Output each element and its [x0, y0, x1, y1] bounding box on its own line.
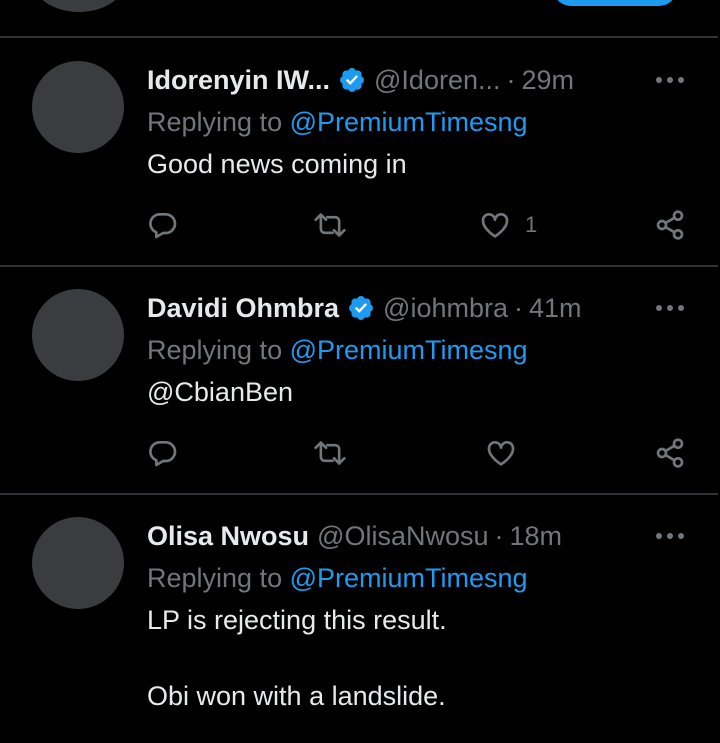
author-name[interactable]: Davidi Ohmbra	[147, 293, 339, 324]
verified-icon	[349, 296, 374, 320]
tweet-text-line: LP is rejecting this result.	[147, 605, 447, 635]
replying-prefix: Replying to	[147, 335, 290, 365]
like-count: 1	[525, 212, 538, 237]
divider	[0, 36, 718, 38]
divider	[0, 493, 718, 495]
mention-link[interactable]: @PremiumTimesng	[290, 563, 528, 593]
retweet-icon	[314, 441, 346, 465]
replying-to: Replying to @PremiumTimesng	[147, 107, 528, 138]
like-icon	[481, 213, 509, 238]
mention-link[interactable]: @PremiumTimesng	[290, 335, 528, 365]
reply-button[interactable]	[147, 433, 179, 473]
separator: ·	[494, 520, 504, 551]
tweet-text-line: Obi won with a landslide.	[147, 681, 446, 711]
separator: ·	[506, 64, 516, 95]
share-icon	[656, 438, 684, 468]
follow-button[interactable]	[553, 0, 677, 6]
like-button[interactable]: 1	[479, 205, 537, 245]
replying-prefix: Replying to	[147, 107, 290, 137]
share-button[interactable]	[654, 205, 686, 245]
author-handle[interactable]: @OlisaNwosu	[317, 521, 488, 552]
mention-link[interactable]: @CbianBen	[147, 376, 293, 408]
retweet-icon	[314, 213, 346, 237]
avatar[interactable]	[32, 289, 124, 381]
author-handle[interactable]: @Idoren...	[374, 65, 500, 96]
reply-icon	[149, 213, 177, 239]
share-button[interactable]	[654, 433, 686, 473]
replying-to: Replying to @PremiumTimesng	[147, 563, 528, 594]
separator: ·	[514, 292, 524, 323]
reply-button[interactable]	[147, 205, 179, 245]
mention-link[interactable]: @PremiumTimesng	[290, 107, 528, 137]
tweet-header: Olisa Nwosu @OlisaNwosu · 18m	[147, 516, 562, 556]
like-icon	[487, 441, 515, 466]
avatar[interactable]	[32, 61, 124, 153]
author-name[interactable]: Olisa Nwosu	[147, 521, 309, 552]
timestamp[interactable]: 18m	[510, 521, 563, 552]
avatar[interactable]	[32, 517, 124, 609]
share-icon	[656, 210, 684, 240]
timestamp[interactable]: 29m	[522, 65, 575, 96]
tweet-actions	[0, 433, 720, 473]
reply-icon	[149, 441, 177, 467]
more-icon[interactable]	[655, 75, 685, 85]
divider	[0, 265, 718, 267]
verified-icon	[340, 68, 364, 92]
author-name[interactable]: Idorenyin IW...	[147, 65, 330, 96]
tweet-header: Davidi Ohmbra @iohmbra · 41m	[147, 288, 582, 328]
more-icon[interactable]	[655, 303, 685, 313]
author-handle[interactable]: @iohmbra	[383, 293, 508, 324]
timestamp[interactable]: 41m	[529, 293, 582, 324]
like-button[interactable]	[485, 433, 517, 473]
retweet-button[interactable]	[313, 205, 347, 245]
replying-prefix: Replying to	[147, 563, 290, 593]
tweet-header: Idorenyin IW... @Idoren... · 29m	[147, 60, 574, 100]
avatar[interactable]	[33, 0, 125, 12]
replying-to: Replying to @PremiumTimesng	[147, 335, 528, 366]
more-icon[interactable]	[655, 531, 685, 541]
retweet-button[interactable]	[313, 433, 347, 473]
tweet-text: Good news coming in	[147, 149, 407, 179]
tweet-actions: 1	[0, 205, 720, 245]
